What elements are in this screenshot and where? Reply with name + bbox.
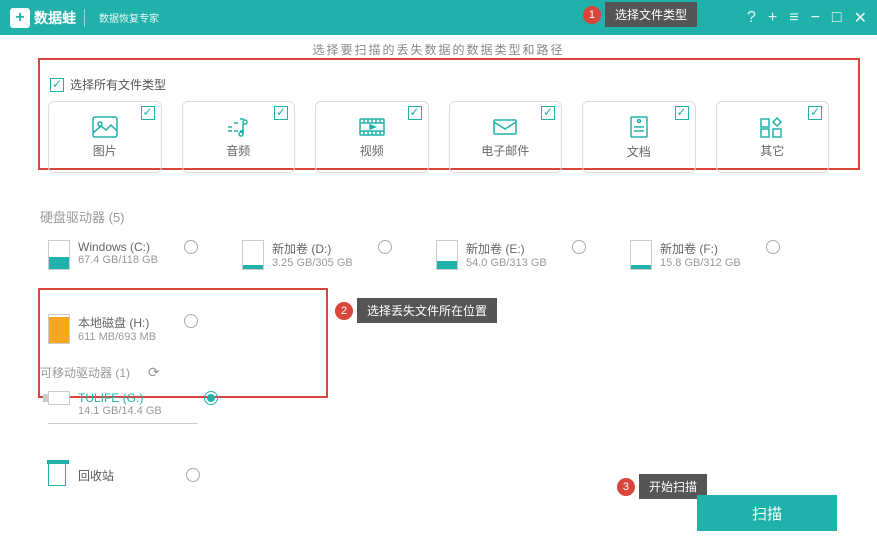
- type-document[interactable]: 文档: [582, 101, 696, 173]
- document-icon: [627, 115, 651, 139]
- type-email[interactable]: 电子邮件: [449, 101, 563, 173]
- recycle-radio[interactable]: [186, 468, 200, 482]
- drive-h[interactable]: 本地磁盘 (H:) 611 MB/693 MB: [48, 314, 198, 344]
- drive-icon: [242, 240, 264, 270]
- hint-badge: 3: [617, 478, 635, 496]
- minimize-icon[interactable]: −: [811, 9, 820, 27]
- app-name: 数据蛙: [34, 8, 76, 28]
- drive-h-name: 本地磁盘 (H:): [78, 314, 156, 331]
- hint-3: 3 开始扫描: [617, 474, 707, 499]
- add-icon[interactable]: +: [768, 9, 777, 27]
- drive-h-radio[interactable]: [184, 314, 198, 328]
- drive-c-cap: 67.4 GB/118 GB: [78, 254, 158, 266]
- type-audio-checkbox[interactable]: [274, 106, 288, 120]
- hint-badge: 1: [583, 6, 601, 24]
- type-audio-label: 音频: [226, 142, 250, 159]
- drive-icon: [48, 314, 70, 344]
- type-image-label: 图片: [93, 142, 117, 159]
- drive-f-name: 新加卷 (F:): [660, 240, 741, 257]
- titlebar-controls: ? + ≡ − □ ✕: [747, 8, 867, 28]
- drive-h-cap: 611 MB/693 MB: [78, 331, 156, 343]
- logo-icon: +: [10, 8, 30, 28]
- drive-f-cap: 15.8 GB/312 GB: [660, 257, 741, 269]
- type-document-checkbox[interactable]: [675, 106, 689, 120]
- video-icon: [359, 116, 385, 138]
- removable-g-cap: 14.1 GB/14.4 GB: [78, 405, 162, 417]
- audio-icon: [225, 116, 251, 138]
- scan-button[interactable]: 扫描: [697, 495, 837, 531]
- type-email-label: 电子邮件: [481, 142, 529, 159]
- usb-icon: [48, 391, 70, 405]
- divider: [84, 9, 85, 27]
- select-all-checkbox[interactable]: [50, 78, 64, 92]
- file-types-row: 图片 音频 视频 电子邮件 文档: [40, 101, 837, 173]
- drive-d-cap: 3.25 GB/305 GB: [272, 257, 353, 269]
- recycle-bin-label: 回收站: [78, 467, 114, 484]
- help-icon[interactable]: ?: [747, 9, 756, 27]
- trash-icon: [48, 464, 66, 486]
- drive-e[interactable]: 新加卷 (E:) 54.0 GB/313 GB: [436, 240, 586, 270]
- menu-icon[interactable]: ≡: [789, 9, 798, 27]
- type-other-label: 其它: [760, 142, 784, 159]
- titlebar: + 数据蛙 数据恢复专家 ? + ≡ − □ ✕: [0, 0, 877, 35]
- hint-2-label: 选择丢失文件所在位置: [357, 298, 497, 323]
- drive-icon: [630, 240, 652, 270]
- hint-badge: 2: [335, 302, 353, 320]
- type-image[interactable]: 图片: [48, 101, 162, 173]
- type-audio[interactable]: 音频: [182, 101, 296, 173]
- type-image-checkbox[interactable]: [141, 106, 155, 120]
- image-icon: [92, 116, 118, 138]
- drive-d-radio[interactable]: [378, 240, 392, 254]
- type-email-checkbox[interactable]: [541, 106, 555, 120]
- type-video-checkbox[interactable]: [408, 106, 422, 120]
- page-instruction: 选择要扫描的丢失数据的数据类型和路径: [312, 41, 564, 58]
- select-all-label: 选择所有文件类型: [70, 76, 166, 93]
- drive-e-cap: 54.0 GB/313 GB: [466, 257, 547, 269]
- drive-d[interactable]: 新加卷 (D:) 3.25 GB/305 GB: [242, 240, 392, 270]
- divider: [48, 423, 198, 424]
- email-icon: [492, 116, 518, 138]
- type-video-label: 视频: [360, 142, 384, 159]
- drives-section-title: 硬盘驱动器 (5): [40, 203, 837, 230]
- drive-f[interactable]: 新加卷 (F:) 15.8 GB/312 GB: [630, 240, 780, 270]
- drive-icon: [436, 240, 458, 270]
- drive-icon: [48, 240, 70, 270]
- drives-row: Windows (C:) 67.4 GB/118 GB 新加卷 (D:) 3.2…: [40, 230, 837, 354]
- app-logo: + 数据蛙: [10, 8, 76, 28]
- drive-f-radio[interactable]: [766, 240, 780, 254]
- hint-1-label: 选择文件类型: [605, 2, 697, 27]
- drive-d-name: 新加卷 (D:): [272, 240, 353, 257]
- other-icon: [759, 116, 785, 138]
- drive-c[interactable]: Windows (C:) 67.4 GB/118 GB: [48, 240, 198, 270]
- drive-e-radio[interactable]: [572, 240, 586, 254]
- app-subtitle: 数据恢复专家: [99, 10, 159, 25]
- removable-g-name: TULIFE (G:): [78, 391, 162, 405]
- type-video[interactable]: 视频: [315, 101, 429, 173]
- drive-e-name: 新加卷 (E:): [466, 240, 547, 257]
- removable-g[interactable]: TULIFE (G:) 14.1 GB/14.4 GB: [48, 391, 218, 417]
- drive-c-name: Windows (C:): [78, 240, 158, 254]
- removable-section-title: 可移动驱动器 (1): [40, 364, 130, 381]
- type-document-label: 文档: [627, 143, 651, 160]
- refresh-icon[interactable]: ⟳: [148, 364, 160, 381]
- type-other[interactable]: 其它: [716, 101, 830, 173]
- maximize-icon[interactable]: □: [832, 9, 842, 27]
- close-icon[interactable]: ✕: [854, 8, 867, 28]
- type-other-checkbox[interactable]: [808, 106, 822, 120]
- hint-1: 1 选择文件类型: [583, 2, 697, 27]
- scan-button-label: 扫描: [752, 503, 782, 524]
- removable-g-radio[interactable]: [204, 391, 218, 405]
- hint-2: 2 选择丢失文件所在位置: [335, 298, 497, 323]
- drive-c-radio[interactable]: [184, 240, 198, 254]
